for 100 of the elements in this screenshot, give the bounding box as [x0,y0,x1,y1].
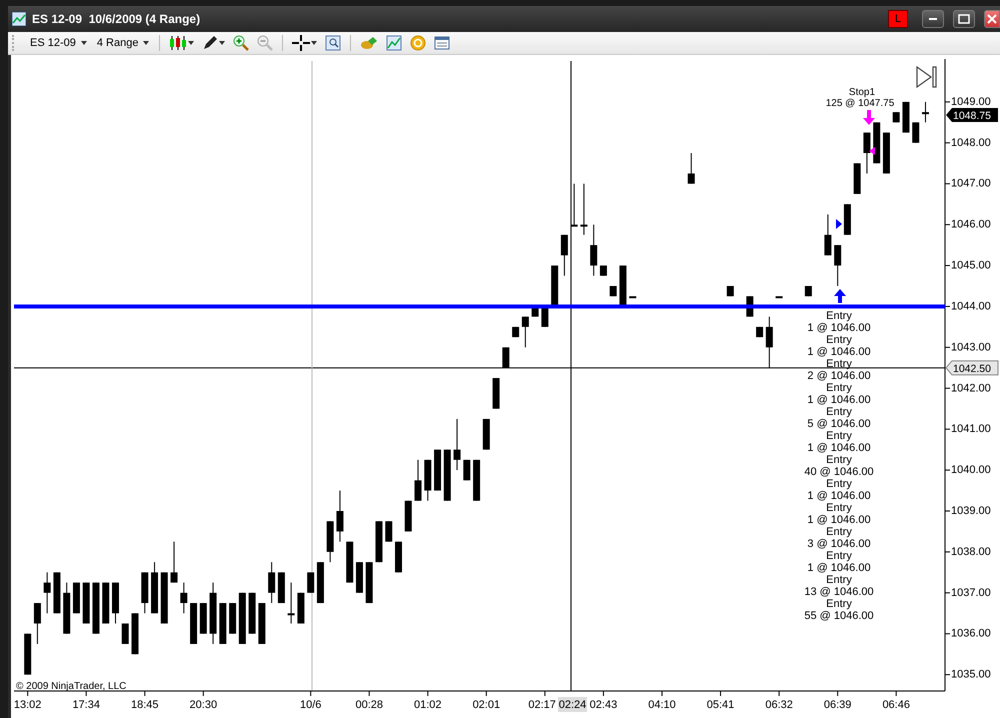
candlestick [307,572,314,594]
candlestick [580,183,588,236]
time-axis-label: 06:32 [765,699,793,711]
entry-label: Entry [826,502,852,514]
caret-icon [311,41,318,45]
zoom-in-button[interactable] [231,35,252,51]
window-title: ES 12-09 10/6/2009 (4 Range) [32,12,202,26]
candlestick [590,224,598,276]
price-axis-label: 1047.00 [951,178,991,190]
entry-detail: 1 @ 1046.00 [807,490,871,502]
candlestick [336,490,344,542]
candlestick [600,265,607,276]
zoom-box-button[interactable] [323,35,344,51]
entry-detail: 55 @ 1046.00 [804,610,874,622]
crosshair-button[interactable] [290,35,320,51]
caret-icon [143,41,150,45]
account-badge: L [888,10,908,28]
candlestick [385,520,392,542]
maximize-icon [958,14,970,24]
time-axis-label: 10/6 [300,699,322,711]
entry-label: Entry [826,478,852,490]
candlestick [560,234,568,276]
candlestick [180,582,188,614]
time-axis-label: 17:34 [72,699,100,711]
price-axis-label: 1037.00 [951,586,991,599]
candlestick [463,459,470,481]
time-axis-label: 06:39 [824,699,852,711]
coin-icon[interactable] [408,35,428,51]
price-axis-label: 1046.00 [951,218,991,231]
candlestick [912,122,920,144]
candlestick [44,572,51,614]
time-axis-label: 02:01 [472,699,500,711]
crosshair-icon [292,35,310,51]
entry-label: Entry [826,598,852,610]
price-axis-label: 1038.00 [951,546,991,558]
time-axis-label: 13:02 [14,699,42,711]
price-axis-label: 1036.00 [951,628,991,640]
triangle-icon [869,147,875,155]
entry-detail: 1 @ 1046.00 [807,394,871,406]
candlestick [892,112,900,123]
time-axis-label: 18:45 [131,699,159,711]
caret-icon [219,41,226,45]
instrument-dropdown[interactable]: ES 12-09 [27,37,90,49]
entry-label: Entry [826,550,852,562]
minimize-icon [929,18,937,20]
chart-icon [12,12,26,26]
up-arrow-icon [834,289,846,303]
time-axis-label: 01:02 [414,699,442,711]
price-axis-label: 1040.00 [951,464,991,476]
last-price-badge: 1048.75 [946,108,998,122]
candlestick [122,623,129,644]
candlestick [834,244,842,286]
entry-detail: 2 @ 1046.00 [807,370,871,382]
entry-detail: 40 @ 1046.00 [804,466,874,478]
pencil-icon [202,35,218,51]
minimize-button[interactable] [922,10,944,28]
time-axis-label: 02:17 [528,699,556,711]
skip-to-end-button[interactable] [916,66,937,88]
entry-label: Entry [826,334,852,346]
maximize-button[interactable] [953,10,975,28]
candlestick [766,316,773,368]
entry-label: Entry [826,526,852,538]
stop-order-detail: 125 @ 1047.75 [826,98,894,109]
entry-detail: 13 @ 1046.00 [804,586,874,598]
price-axis-label: 1044.00 [951,300,991,312]
entry-detail: 3 @ 1046.00 [807,538,871,550]
entry-label: Entry [826,574,852,586]
crosshair-time-badge: 02:24 [558,697,587,712]
price-axis-label: 1048.00 [951,136,991,149]
time-axis-label: 04:10 [648,699,676,711]
price-level-line[interactable] [14,304,945,308]
time-axis-label: 00:28 [355,699,383,711]
table-icon[interactable] [432,35,452,51]
entry-label: Entry [826,358,852,370]
crosshair-price-badge: 1042.50 [945,360,998,376]
period-dropdown[interactable]: 4 Range [94,37,152,49]
price-axis-label: 1035.00 [951,668,991,681]
time-axis-label: 02:43 [590,699,618,711]
candlestick [863,132,870,174]
down-arrow-icon [863,110,875,125]
entry-label: Entry [826,430,852,442]
entry-label: Entry [826,454,852,466]
candlestick [268,562,276,604]
price-axis-label: 1045.00 [951,260,991,272]
chart-style-button[interactable] [167,35,196,51]
line-chart-icon[interactable] [384,35,404,51]
candlestick [34,602,41,644]
entry-label: Entry [826,406,852,418]
price-axis-label: 1042.00 [951,382,991,394]
time-axis-label: 20:30 [190,699,218,711]
price-axis-label: 1043.00 [951,341,991,354]
entry-detail: 1 @ 1046.00 [807,562,871,574]
caret-icon [188,41,194,45]
candlestick [688,152,695,184]
close-button[interactable] [984,10,1000,28]
candlestick [922,101,929,123]
price-axis-label: 1049.00 [951,96,991,108]
entry-detail: 1 @ 1046.00 [807,346,871,358]
entry-detail: 1 @ 1046.00 [807,514,871,526]
candlestick-icon [169,35,188,51]
